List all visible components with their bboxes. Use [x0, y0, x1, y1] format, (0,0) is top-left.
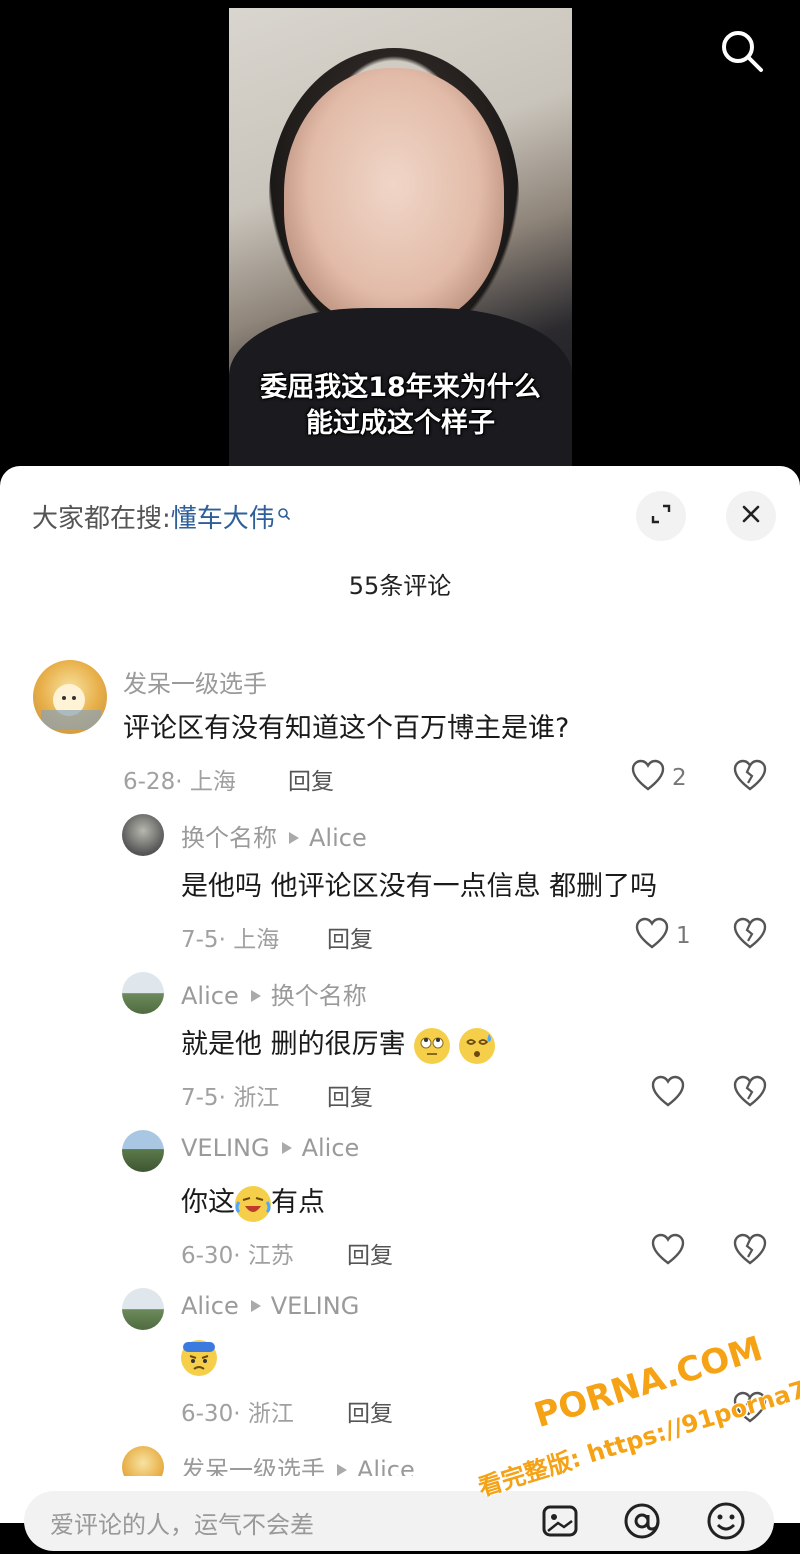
reply-usernames[interactable]: 发呆一级选手 Alice — [181, 1450, 415, 1476]
reply-button[interactable]: 回复 — [347, 1394, 393, 1428]
dizzy-sweat-emoji-icon — [458, 1027, 495, 1064]
comment-text-row: 就是他 删的很厉害 — [181, 1022, 495, 1064]
avatar[interactable] — [122, 1288, 164, 1330]
comment-text: 是他吗 他评论区没有一点信息 都删了吗 — [181, 871, 658, 902]
reply-arrow-icon — [337, 1464, 347, 1476]
emoji-icon[interactable] — [704, 1499, 748, 1543]
comment-sheet: 大家都在搜:懂车大伟 55条评论 发呆一级选手 评论区有没有知道这个百万博主是谁… — [0, 466, 800, 1551]
comment-username: Alice — [181, 982, 239, 1010]
broken-heart-icon — [732, 759, 768, 796]
avatar[interactable] — [122, 972, 164, 1014]
heart-icon — [650, 1074, 686, 1114]
reply-arrow-icon — [289, 832, 299, 844]
heart-icon — [630, 758, 666, 798]
comment-username: VELING — [181, 1134, 270, 1162]
comment-meta: 7-5· 上海 — [181, 927, 280, 953]
video-frame: 委屈我这18年来为什么 能过成这个样子 — [229, 8, 572, 470]
reply-target-username: Alice — [357, 1456, 415, 1476]
comment-text: 就是他 删的很厉害 — [181, 1029, 406, 1060]
angry-emoji-icon — [181, 1340, 217, 1376]
mini-search-icon — [277, 498, 291, 521]
image-icon[interactable] — [538, 1499, 582, 1543]
broken-heart-icon — [732, 1075, 768, 1112]
reply-button[interactable]: 回复 — [347, 1236, 393, 1270]
reply-target-username: Alice — [301, 1134, 360, 1162]
reply-target-username: VELING — [270, 1292, 360, 1320]
expand-button[interactable] — [636, 491, 686, 541]
like-button[interactable]: 2 — [630, 758, 687, 798]
video-caption-line1: 委屈我这18年来为什么 — [260, 372, 541, 403]
reply-item: 发呆一级选手 Alice — [0, 1446, 800, 1476]
crying-laughing-emoji-icon — [235, 1185, 271, 1222]
collapse-icon — [649, 502, 673, 530]
reply-usernames[interactable]: 换个名称 Alice — [181, 818, 367, 853]
at-icon[interactable] — [620, 1499, 664, 1543]
reply-button[interactable]: 回复 — [288, 762, 334, 796]
reply-arrow-icon — [281, 1142, 292, 1154]
dislike-button[interactable] — [732, 1074, 768, 1112]
reply-usernames[interactable]: Alice 换个名称 — [181, 976, 367, 1011]
broken-heart-icon — [732, 917, 768, 954]
avatar[interactable] — [122, 1446, 164, 1476]
comment-username: 发呆一级选手 — [181, 1456, 325, 1476]
comment-meta: 6-28· 上海 — [123, 769, 236, 795]
reply-arrow-icon — [250, 990, 261, 1002]
reply-button[interactable]: 回复 — [327, 1078, 373, 1112]
rolling-eyes-emoji-icon — [414, 1027, 451, 1064]
avatar[interactable] — [122, 1130, 164, 1172]
trending-prefix: 大家都在搜: — [32, 504, 171, 534]
reply-target-username: 换个名称 — [270, 982, 367, 1010]
like-button[interactable] — [650, 1074, 686, 1114]
comment-text-part2: 有点 — [271, 1187, 325, 1218]
reply-usernames[interactable]: VELING Alice — [181, 1134, 359, 1162]
reply-button[interactable]: 回复 — [327, 920, 373, 954]
reply-arrow-icon — [250, 1300, 261, 1312]
comment-username: 换个名称 — [181, 824, 277, 852]
avatar[interactable] — [122, 814, 164, 856]
like-count: 1 — [676, 923, 691, 949]
comment-text-row — [181, 1340, 217, 1376]
close-icon — [739, 502, 763, 530]
comment-count: 55条评论 — [348, 572, 452, 600]
comment-meta: 6-30· 浙江 — [181, 1401, 294, 1427]
heart-icon — [634, 916, 670, 956]
video-caption-line2: 能过成这个样子 — [306, 408, 495, 439]
comment-text-part1: 你这 — [181, 1187, 235, 1218]
avatar[interactable] — [33, 660, 107, 734]
comment-username[interactable]: 发呆一级选手 — [123, 664, 267, 699]
dislike-button[interactable] — [732, 1232, 768, 1270]
like-count: 2 — [672, 765, 687, 791]
dislike-button[interactable] — [732, 1390, 768, 1428]
dislike-button[interactable] — [732, 916, 768, 954]
video-player[interactable]: 委屈我这18年来为什么 能过成这个样子 — [0, 0, 800, 470]
broken-heart-icon — [732, 1233, 768, 1270]
search-icon[interactable] — [719, 28, 765, 74]
broken-heart-icon — [732, 1391, 768, 1428]
like-button[interactable] — [650, 1232, 686, 1272]
comment-username: Alice — [181, 1292, 239, 1320]
like-button[interactable]: 1 — [634, 916, 691, 956]
reply-usernames[interactable]: Alice VELING — [181, 1292, 359, 1320]
reply-target-username: Alice — [309, 824, 367, 852]
comment-input-bar[interactable]: 爱评论的人，运气不会差 — [24, 1491, 774, 1551]
dislike-button[interactable] — [732, 758, 768, 796]
comment-text: 评论区有没有知道这个百万博主是谁? — [123, 713, 570, 744]
comment-text-row: 你这 有点 — [181, 1180, 325, 1222]
close-button[interactable] — [726, 491, 776, 541]
video-person-face — [284, 68, 504, 328]
heart-icon — [650, 1232, 686, 1272]
comment-meta: 6-30· 江苏 — [181, 1243, 294, 1269]
trending-search[interactable]: 大家都在搜:懂车大伟 — [32, 498, 291, 535]
comment-meta: 7-5· 浙江 — [181, 1085, 280, 1111]
trending-keyword[interactable]: 懂车大伟 — [171, 504, 275, 534]
